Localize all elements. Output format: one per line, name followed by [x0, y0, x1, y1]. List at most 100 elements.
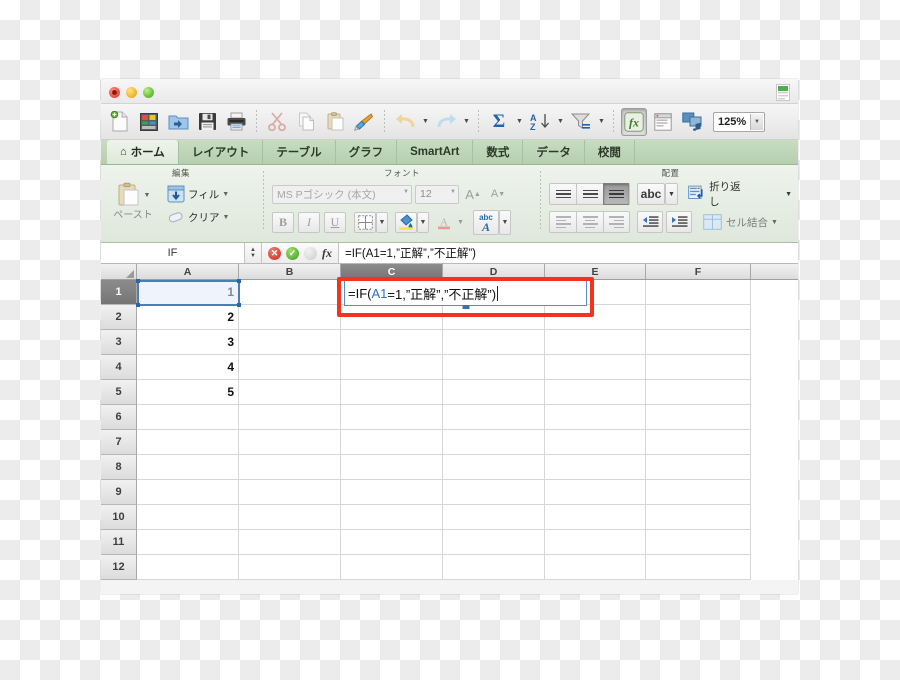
orientation-button[interactable]: abc	[637, 183, 665, 205]
row-header-1[interactable]: 1	[101, 280, 137, 305]
zoom-button[interactable]	[143, 87, 154, 98]
column-header-a[interactable]: A	[137, 264, 239, 279]
shrink-font-button[interactable]: A ▼	[487, 184, 509, 205]
cell-a8[interactable]	[137, 455, 239, 480]
fill-color-icon[interactable]	[395, 211, 417, 233]
toolbox-icon[interactable]	[650, 108, 676, 136]
merge-cells-dropdown-icon[interactable]: ▼	[771, 219, 778, 226]
cell-a11[interactable]	[137, 530, 239, 555]
cell-styles-dropdown-icon[interactable]: ▼	[499, 209, 511, 235]
cell-c2[interactable]	[341, 305, 443, 330]
font-name-input[interactable]: MS Pゴシック (本文) ▼	[272, 184, 412, 204]
cell-d7[interactable]	[443, 430, 545, 455]
cell-a1[interactable]: 1	[137, 280, 239, 305]
align-left-button[interactable]	[549, 211, 576, 233]
cell-f6[interactable]	[646, 405, 751, 430]
cell-c12[interactable]	[341, 555, 443, 580]
cell-e4[interactable]	[545, 355, 646, 380]
row-header-11[interactable]: 11	[101, 530, 137, 555]
paste-button[interactable]: ▼	[116, 182, 151, 208]
undo-dropdown-icon[interactable]: ▼	[421, 108, 430, 136]
row-header-4[interactable]: 4	[101, 355, 137, 380]
accept-icon[interactable]: ✓	[286, 246, 299, 260]
autosum-dropdown-icon[interactable]: ▼	[515, 108, 524, 136]
insert-function-icon[interactable]: fx	[322, 246, 332, 261]
bold-button[interactable]: B	[272, 211, 294, 233]
zoom-level-input[interactable]: 125% ▼	[713, 111, 765, 132]
cell-a5[interactable]: 5	[137, 380, 239, 405]
cell-b5[interactable]	[239, 380, 341, 405]
cell-c4[interactable]	[341, 355, 443, 380]
format-painter-icon[interactable]	[351, 108, 377, 136]
tab-layout[interactable]: レイアウト	[179, 140, 264, 164]
row-header-3[interactable]: 3	[101, 330, 137, 355]
cell-f1[interactable]	[646, 280, 751, 305]
formula-builder-icon[interactable]: fx	[621, 107, 647, 136]
cell-e3[interactable]	[545, 330, 646, 355]
cell-a9[interactable]	[137, 480, 239, 505]
tab-home[interactable]: ⌂ ホーム	[107, 140, 179, 164]
cell-b11[interactable]	[239, 530, 341, 555]
cell-f12[interactable]	[646, 555, 751, 580]
cell-b1[interactable]	[239, 280, 341, 305]
column-header-b[interactable]: B	[239, 264, 341, 279]
cell-b3[interactable]	[239, 330, 341, 355]
row-header-2[interactable]: 2	[101, 305, 137, 330]
orientation-dropdown-icon[interactable]: ▼	[665, 183, 678, 205]
cell-a6[interactable]	[137, 405, 239, 430]
new-workbook-icon[interactable]	[107, 108, 133, 136]
cell-b6[interactable]	[239, 405, 341, 430]
zoom-dropdown-icon[interactable]: ▼	[750, 113, 763, 130]
filter-icon[interactable]	[568, 108, 594, 136]
increase-indent-button[interactable]	[666, 211, 692, 233]
close-button[interactable]	[109, 87, 120, 98]
merge-cells-button[interactable]: セル結合 ▼	[701, 213, 780, 232]
cell-d3[interactable]	[443, 330, 545, 355]
row-header-9[interactable]: 9	[101, 480, 137, 505]
cell-a3[interactable]: 3	[137, 330, 239, 355]
cell-e2[interactable]	[545, 305, 646, 330]
decrease-indent-button[interactable]	[637, 211, 663, 233]
cell-b9[interactable]	[239, 480, 341, 505]
tab-charts[interactable]: グラフ	[336, 140, 398, 164]
save-icon[interactable]	[194, 108, 220, 136]
wrap-text-button[interactable]: 折り返し	[686, 178, 751, 210]
cell-d2[interactable]	[443, 305, 545, 330]
cell-e10[interactable]	[545, 505, 646, 530]
cell-f9[interactable]	[646, 480, 751, 505]
align-center-button[interactable]	[576, 211, 603, 233]
cell-e9[interactable]	[545, 480, 646, 505]
cell-e11[interactable]	[545, 530, 646, 555]
minimize-button[interactable]	[126, 87, 137, 98]
row-header-7[interactable]: 7	[101, 430, 137, 455]
column-header-d[interactable]: D	[443, 264, 545, 279]
cell-f3[interactable]	[646, 330, 751, 355]
name-box[interactable]: IF	[101, 243, 245, 263]
clear-button[interactable]: クリア ▼	[165, 207, 231, 227]
cell-f5[interactable]	[646, 380, 751, 405]
formula-input[interactable]: =IF(A1=1,”正解”,”不正解”)	[339, 243, 798, 263]
clear-dropdown-icon[interactable]: ▼	[223, 214, 230, 221]
fill-dropdown-icon[interactable]: ▼	[222, 191, 229, 198]
cell-f10[interactable]	[646, 505, 751, 530]
row-header-5[interactable]: 5	[101, 380, 137, 405]
media-browser-icon[interactable]	[679, 108, 705, 136]
cell-b4[interactable]	[239, 355, 341, 380]
column-header-c[interactable]: C	[341, 264, 443, 279]
align-bottom-button[interactable]	[603, 183, 630, 205]
cell-e7[interactable]	[545, 430, 646, 455]
cell-e12[interactable]	[545, 555, 646, 580]
autosum-icon[interactable]: Σ	[486, 108, 512, 136]
align-middle-button[interactable]	[576, 183, 603, 205]
undo-icon[interactable]	[392, 108, 418, 136]
open-folder-icon[interactable]	[165, 108, 191, 136]
cell-f8[interactable]	[646, 455, 751, 480]
cell-a12[interactable]	[137, 555, 239, 580]
cell-d4[interactable]	[443, 355, 545, 380]
column-header-f[interactable]: F	[646, 264, 751, 279]
cell-a7[interactable]	[137, 430, 239, 455]
align-right-button[interactable]	[603, 211, 630, 233]
paste-dropdown-icon[interactable]: ▼	[144, 182, 151, 199]
fill-color-dropdown-icon[interactable]: ▼	[417, 211, 429, 233]
cell-e5[interactable]	[545, 380, 646, 405]
